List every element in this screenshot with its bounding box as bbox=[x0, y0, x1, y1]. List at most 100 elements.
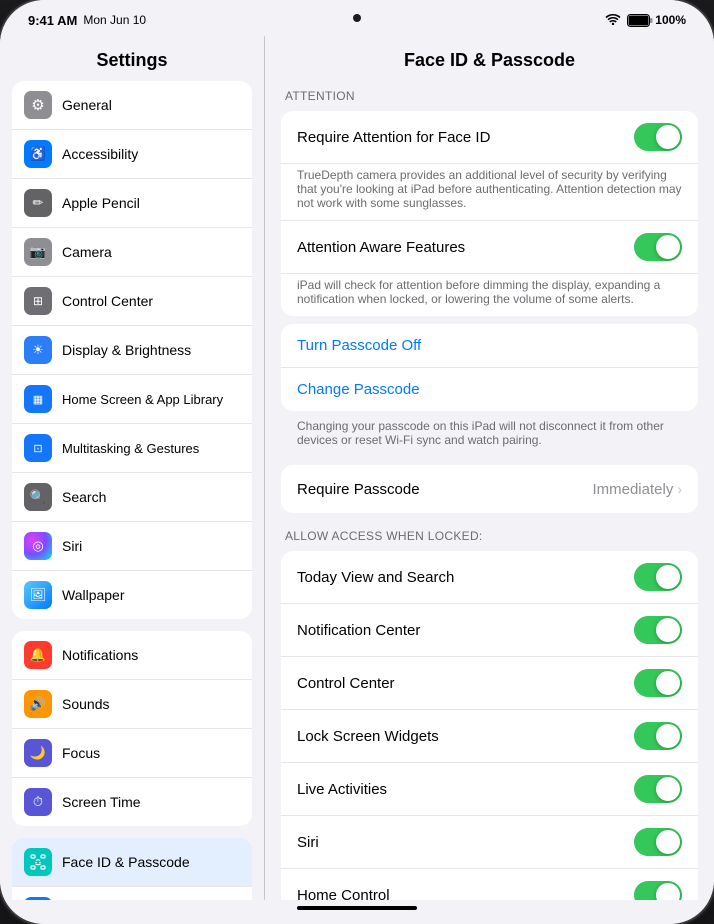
wallpaper-icon: 🖼 bbox=[24, 581, 52, 609]
require-passcode-group: Require Passcode Immediately › bbox=[281, 465, 698, 513]
sidebar-item-wallpaper[interactable]: 🖼 Wallpaper bbox=[12, 571, 252, 619]
sidebar-label: Sounds bbox=[62, 696, 109, 712]
lock-screen-widgets-label: Lock Screen Widgets bbox=[297, 728, 634, 745]
require-attention-sublabel: TrueDepth camera provides an additional … bbox=[281, 164, 698, 220]
sidebar-label: Focus bbox=[62, 745, 100, 761]
battery-icon: 100% bbox=[627, 13, 686, 27]
display-icon: ☀ bbox=[24, 336, 52, 364]
attention-aware-sublabel: iPad will check for attention before dim… bbox=[281, 274, 698, 316]
chevron-icon: › bbox=[677, 481, 682, 497]
sidebar-label: Wallpaper bbox=[62, 587, 125, 603]
right-panel: Face ID & Passcode ATTENTION Require Att… bbox=[265, 36, 714, 900]
lock-screen-widgets-row: Lock Screen Widgets bbox=[281, 710, 698, 763]
sounds-icon: 🔊 bbox=[24, 690, 52, 718]
control-center-icon: ⊞ bbox=[24, 287, 52, 315]
apple-pencil-icon: ✏ bbox=[24, 189, 52, 217]
search-icon: 🔍 bbox=[24, 483, 52, 511]
passcode-sublabel: Changing your passcode on this iPad will… bbox=[281, 415, 698, 457]
require-attention-row: Require Attention for Face ID bbox=[281, 111, 698, 164]
home-indicator-area bbox=[0, 900, 714, 924]
sidebar-item-general[interactable]: ⚙ General bbox=[12, 81, 252, 130]
sidebar-item-home-screen[interactable]: ▦ Home Screen & App Library bbox=[12, 375, 252, 424]
notifications-icon: 🔔 bbox=[24, 641, 52, 669]
home-control-toggle[interactable] bbox=[634, 881, 682, 900]
wifi-icon bbox=[605, 13, 621, 28]
live-activities-row: Live Activities bbox=[281, 763, 698, 816]
attention-aware-row: Attention Aware Features bbox=[281, 221, 698, 274]
sidebar-label: Multitasking & Gestures bbox=[62, 441, 199, 456]
sidebar-item-face-id[interactable]: Face ID & Passcode bbox=[12, 838, 252, 887]
sidebar-item-multitasking[interactable]: ⊡ Multitasking & Gestures bbox=[12, 424, 252, 473]
date: Mon Jun 10 bbox=[83, 13, 146, 27]
change-passcode-link[interactable]: Change Passcode bbox=[281, 368, 698, 411]
sidebar-item-sounds[interactable]: 🔊 Sounds bbox=[12, 680, 252, 729]
control-center-toggle[interactable] bbox=[634, 669, 682, 697]
sidebar-item-control-center[interactable]: ⊞ Control Center bbox=[12, 277, 252, 326]
accessibility-icon: ♿ bbox=[24, 140, 52, 168]
live-activities-toggle[interactable] bbox=[634, 775, 682, 803]
require-attention-label: Require Attention for Face ID bbox=[297, 129, 634, 146]
control-center-label: Control Center bbox=[297, 675, 634, 692]
battery-pct: 100% bbox=[655, 13, 686, 27]
sidebar-item-apple-pencil[interactable]: ✏ Apple Pencil bbox=[12, 179, 252, 228]
home-control-row: Home Control bbox=[281, 869, 698, 900]
siri-label: Siri bbox=[297, 834, 634, 851]
live-activities-label: Live Activities bbox=[297, 781, 634, 798]
sidebar-label: Display & Brightness bbox=[62, 342, 191, 358]
control-center-row: Control Center bbox=[281, 657, 698, 710]
sidebar-item-search[interactable]: 🔍 Search bbox=[12, 473, 252, 522]
attention-group: Require Attention for Face ID TrueDepth … bbox=[281, 111, 698, 316]
device-frame: 9:41 AM Mon Jun 10 100% Settings bbox=[0, 0, 714, 924]
siri-icon: ◎ bbox=[24, 532, 52, 560]
require-attention-toggle[interactable] bbox=[634, 123, 682, 151]
face-id-icon bbox=[24, 848, 52, 876]
sidebar-label: Screen Time bbox=[62, 794, 141, 810]
time: 9:41 AM bbox=[28, 13, 77, 28]
sidebar-label: Control Center bbox=[62, 293, 153, 309]
camera-icon: 📷 bbox=[24, 238, 52, 266]
notification-center-toggle[interactable] bbox=[634, 616, 682, 644]
lock-screen-widgets-toggle[interactable] bbox=[634, 722, 682, 750]
sidebar-label: Search bbox=[62, 489, 106, 505]
sidebar-label: General bbox=[62, 97, 112, 113]
panel-title: Face ID & Passcode bbox=[265, 36, 714, 81]
sidebar-item-siri[interactable]: ◎ Siri bbox=[12, 522, 252, 571]
sidebar-label: Apple Pencil bbox=[62, 195, 140, 211]
sidebar-section-2: 🔔 Notifications 🔊 Sounds 🌙 Focus ⏱ Scree… bbox=[12, 631, 252, 826]
today-view-row: Today View and Search bbox=[281, 551, 698, 604]
sidebar-item-display[interactable]: ☀ Display & Brightness bbox=[12, 326, 252, 375]
sidebar-item-camera[interactable]: 📷 Camera bbox=[12, 228, 252, 277]
sidebar-item-privacy[interactable]: 🤝 Privacy & Security bbox=[12, 887, 252, 900]
passcode-links-group: Turn Passcode Off Change Passcode bbox=[281, 324, 698, 411]
home-screen-icon: ▦ bbox=[24, 385, 52, 413]
sidebar-item-focus[interactable]: 🌙 Focus bbox=[12, 729, 252, 778]
sidebar-label: Face ID & Passcode bbox=[62, 854, 190, 870]
siri-row: Siri bbox=[281, 816, 698, 869]
general-icon: ⚙ bbox=[24, 91, 52, 119]
today-view-label: Today View and Search bbox=[297, 569, 634, 586]
home-indicator bbox=[297, 906, 417, 910]
sidebar-item-notifications[interactable]: 🔔 Notifications bbox=[12, 631, 252, 680]
require-passcode-row[interactable]: Require Passcode Immediately › bbox=[281, 465, 698, 513]
sidebar: Settings ⚙ General ♿ Accessibility ✏ App… bbox=[0, 36, 265, 900]
turn-passcode-off-link[interactable]: Turn Passcode Off bbox=[281, 324, 698, 368]
sidebar-label: Notifications bbox=[62, 647, 138, 663]
attention-aware-label: Attention Aware Features bbox=[297, 239, 634, 256]
siri-toggle[interactable] bbox=[634, 828, 682, 856]
notification-center-label: Notification Center bbox=[297, 622, 634, 639]
sidebar-label: Accessibility bbox=[62, 146, 138, 162]
allow-section-label: ALLOW ACCESS WHEN LOCKED: bbox=[265, 521, 714, 547]
sidebar-label: Home Screen & App Library bbox=[62, 392, 223, 407]
sidebar-label: Siri bbox=[62, 538, 82, 554]
today-view-toggle[interactable] bbox=[634, 563, 682, 591]
attention-section-label: ATTENTION bbox=[265, 81, 714, 107]
multitasking-icon: ⊡ bbox=[24, 434, 52, 462]
allow-access-group: Today View and Search Notification Cente… bbox=[281, 551, 698, 900]
main-content: Settings ⚙ General ♿ Accessibility ✏ App… bbox=[0, 36, 714, 900]
sidebar-item-screen-time[interactable]: ⏱ Screen Time bbox=[12, 778, 252, 826]
sidebar-section-1: ⚙ General ♿ Accessibility ✏ Apple Pencil… bbox=[12, 81, 252, 619]
sidebar-section-3: Face ID & Passcode 🤝 Privacy & Security bbox=[12, 838, 252, 900]
attention-aware-toggle[interactable] bbox=[634, 233, 682, 261]
focus-icon: 🌙 bbox=[24, 739, 52, 767]
sidebar-item-accessibility[interactable]: ♿ Accessibility bbox=[12, 130, 252, 179]
